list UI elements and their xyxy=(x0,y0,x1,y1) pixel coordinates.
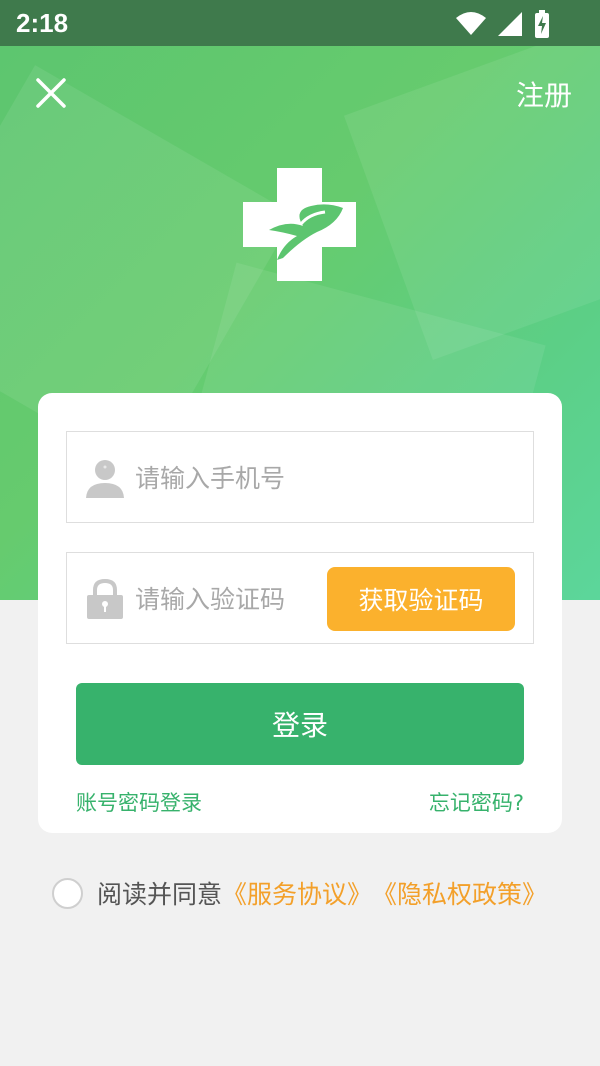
register-link[interactable]: 注册 xyxy=(516,74,572,114)
phone-field xyxy=(66,431,534,523)
wifi-icon xyxy=(456,12,486,35)
login-button[interactable]: 登录 xyxy=(76,683,524,765)
status-icons xyxy=(456,10,550,38)
get-code-button[interactable]: 获取验证码 xyxy=(327,567,515,631)
agree-checkbox[interactable] xyxy=(52,877,83,909)
battery-charging-icon xyxy=(535,10,549,38)
password-login-link[interactable]: 账号密码登录 xyxy=(76,787,202,817)
phone-input[interactable] xyxy=(135,452,365,504)
close-icon xyxy=(36,78,66,108)
lock-icon xyxy=(87,579,123,619)
login-card: 获取验证码 登录 账号密码登录 忘记密码? xyxy=(38,393,562,833)
service-agreement-link[interactable]: 《服务协议》 xyxy=(222,875,372,911)
privacy-policy-link[interactable]: 《隐私权政策》 xyxy=(372,875,547,911)
user-icon xyxy=(86,460,124,498)
status-time: 2:18 xyxy=(16,8,69,38)
signal-icon xyxy=(498,12,522,36)
agreement-row: 阅读并同意 《服务协议》 《隐私权政策》 xyxy=(52,875,547,911)
forgot-password-link[interactable]: 忘记密码? xyxy=(429,787,524,817)
close-button[interactable] xyxy=(34,76,68,110)
code-field: 获取验证码 xyxy=(66,552,534,644)
status-bar: 2:18 xyxy=(0,0,600,46)
medical-cross-hand-icon xyxy=(243,168,356,281)
agreement-text: 阅读并同意 xyxy=(97,880,223,909)
